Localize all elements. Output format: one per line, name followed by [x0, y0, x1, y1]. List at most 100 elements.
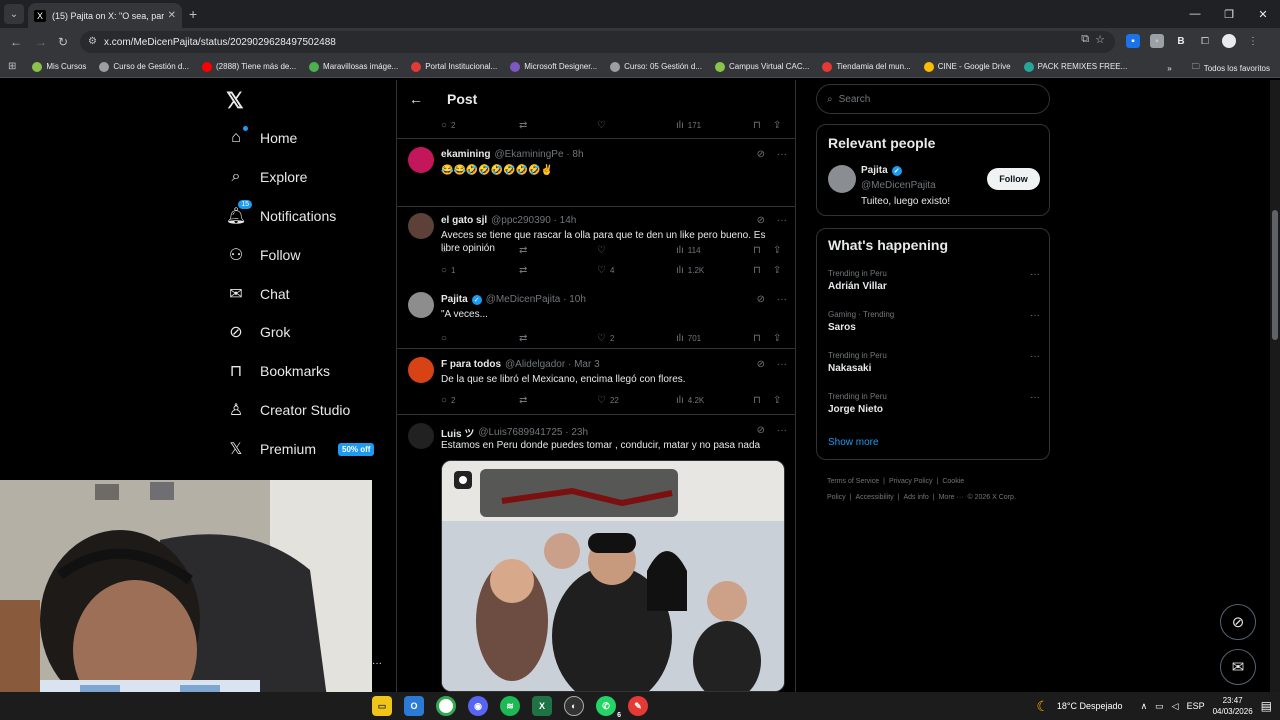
back-arrow-icon[interactable]: ← [409, 91, 423, 107]
site-info-icon[interactable]: ⚙ [88, 36, 97, 47]
bookmark-item[interactable]: Curso: 05 Gestión d... [610, 61, 702, 72]
forward-button[interactable]: → [33, 34, 49, 50]
share-icon[interactable]: ⇪ [773, 120, 781, 131]
reply-item[interactable]: Pajita ✓ @MeDicenPajita · 10h ⊘ ··· "A veces.… [397, 284, 795, 348]
chrome-menu-icon[interactable]: ⋮ [1246, 34, 1260, 48]
close-tab-icon[interactable]: ✕ [168, 10, 176, 21]
avatar[interactable] [408, 213, 434, 239]
nav-item-premium[interactable]: 𝕏 Premium 50% off [226, 439, 375, 459]
bookmark-item[interactable]: CINE - Google Drive [923, 61, 1011, 72]
clock[interactable]: 23:47 04/03/2026 [1213, 695, 1253, 717]
tab-search-button[interactable]: ⌄ [4, 4, 24, 24]
avatar[interactable] [408, 292, 434, 318]
scrollbar[interactable] [1270, 80, 1280, 692]
nav-item-home[interactable]: ⌂ Home [226, 126, 297, 148]
author-name[interactable]: el gato sjl [441, 215, 487, 226]
bookmark-item[interactable]: Campus Virtual CAC... [714, 61, 809, 72]
avatar[interactable] [408, 423, 434, 449]
more-options-icon[interactable]: ··· [1030, 310, 1040, 321]
reply-item[interactable]: F para todos @Alidelgador · Mar 3 ⊘ ··· De l… [397, 348, 795, 414]
extension-icon[interactable]: ▪ [1126, 34, 1140, 48]
footer-link[interactable]: Accessibility [856, 494, 894, 501]
nav-item-grok[interactable]: ⊘ Grok [226, 322, 290, 342]
more-options-icon[interactable]: ··· [1030, 392, 1040, 403]
more-options-icon[interactable]: ··· [777, 359, 787, 370]
file-explorer-icon[interactable]: ▭ [372, 696, 392, 716]
search-box[interactable]: ⌕ Search [816, 84, 1050, 114]
address-bar[interactable]: ⚙ x.com/MeDicenPajita/status/20290296284… [80, 31, 1115, 53]
nav-item-chat[interactable]: ✉ Chat [226, 284, 289, 304]
reply-icon[interactable]: ○ [441, 120, 447, 131]
reload-button[interactable]: ↻ [55, 34, 71, 50]
avatar[interactable] [408, 147, 434, 173]
more-bookmarks-icon[interactable]: » [1167, 64, 1171, 73]
trend-item[interactable]: Trending in Peru Jorge Nieto ··· [828, 392, 1040, 415]
like-action[interactable]: ♡ 22 [597, 395, 619, 406]
bookmark-action[interactable]: ⊓ [753, 395, 761, 406]
reply-action[interactable]: ○ 2 [441, 395, 456, 406]
extension-icon[interactable]: ▪ [1150, 34, 1164, 48]
person-name[interactable]: Pajita [861, 165, 888, 176]
install-app-icon[interactable]: ⧉ [1081, 33, 1089, 46]
bookmark-icon[interactable]: ⊓ [753, 120, 761, 131]
trend-item[interactable]: Trending in Peru Nakasaki ··· [828, 351, 1040, 374]
more-options-icon[interactable]: ··· [777, 215, 787, 226]
more-options-icon[interactable]: ··· [1030, 269, 1040, 280]
extension-b-icon[interactable]: B [1174, 34, 1188, 48]
repost-action[interactable]: ⇄ [519, 395, 531, 406]
more-options-icon[interactable]: ··· [777, 294, 787, 305]
reply-item[interactable]: el gato sjl @ppc290390 · 14h ⊘ ··· Aveces se… [397, 206, 795, 284]
bookmark-item[interactable]: Mis Cursos [32, 61, 86, 72]
repost-action[interactable]: ⇄ [519, 265, 531, 276]
bookmark-item[interactable]: Maravillosas imáge... [309, 61, 398, 72]
views-action[interactable]: ılı 701 [676, 333, 701, 344]
nav-item-explore[interactable]: ⌕ Explore [226, 167, 308, 187]
x-logo-icon[interactable]: 𝕏 [226, 88, 244, 114]
whatsapp-icon[interactable]: ✆ 6 [596, 696, 621, 719]
tray-chevron-icon[interactable]: ∧ [1141, 701, 1148, 712]
more-options-icon[interactable]: ··· [777, 149, 787, 160]
footer-link[interactable]: Terms of Service [827, 478, 879, 485]
repost-action[interactable]: ⇄ [519, 333, 531, 344]
author-handle[interactable]: @Alidelgador · Mar 3 [505, 359, 600, 370]
nav-item-notifications[interactable]: 🔔︎ 15 Notifications [226, 200, 336, 226]
bookmark-action[interactable]: ⊓ [753, 265, 761, 276]
post-image[interactable] [441, 460, 785, 692]
like-action[interactable]: ♡ 4 [597, 265, 614, 276]
minimize-button[interactable]: — [1178, 0, 1212, 28]
more-menu-icon[interactable]: ··· [372, 658, 382, 669]
profile-avatar[interactable] [1222, 34, 1236, 48]
views-action[interactable]: ılı 1.2K [676, 265, 704, 276]
author-name[interactable]: Pajita [441, 294, 468, 305]
language-indicator[interactable]: ESP [1187, 701, 1205, 711]
follow-button[interactable]: Follow [987, 168, 1040, 190]
reply-item[interactable]: ekamining @EkaminingPe · 8h ⊘ ··· 😂😂🤣🤣🤣🤣🤣🤣✌ ○… [397, 138, 795, 256]
show-more-link[interactable]: Show more [828, 437, 879, 448]
spotify-icon[interactable]: ≋ [500, 696, 520, 716]
nav-item-bookmarks[interactable]: ⊓ Bookmarks [226, 361, 330, 381]
footer-link[interactable]: © 2026 X Corp. [967, 494, 1015, 501]
author-name[interactable]: Luis ツ [441, 425, 474, 440]
outlook-icon[interactable]: O [404, 696, 424, 716]
avatar[interactable] [828, 165, 856, 193]
more-options-icon[interactable]: ··· [777, 425, 787, 436]
close-window-button[interactable]: ✕ [1246, 0, 1280, 28]
reply-action[interactable]: ○ [441, 333, 451, 344]
grok-icon[interactable]: ⊘ [757, 149, 765, 160]
new-tab-button[interactable]: + [189, 6, 197, 22]
footer-link[interactable]: Ads info [903, 494, 928, 501]
repost-icon[interactable]: ⇄ [519, 120, 527, 131]
back-button[interactable]: ← [8, 34, 24, 50]
footer-link[interactable]: Privacy Policy [889, 478, 933, 485]
discord-icon[interactable]: ◉ [468, 696, 488, 716]
share-action[interactable]: ⇪ [773, 333, 781, 344]
views-action[interactable]: ılı 4.2K [676, 395, 704, 406]
excel-icon[interactable]: X [532, 696, 552, 716]
scroll-thumb[interactable] [1272, 210, 1278, 340]
share-action[interactable]: ⇪ [773, 395, 781, 406]
grok-icon[interactable]: ⊘ [757, 215, 765, 226]
bookmark-item[interactable]: PACK REMIXES FREE... [1023, 61, 1127, 72]
messages-fab-icon[interactable]: ✉ [1220, 649, 1256, 685]
all-bookmarks-label[interactable]: Todos los favoritos [1204, 64, 1270, 73]
avatar[interactable] [408, 357, 434, 383]
